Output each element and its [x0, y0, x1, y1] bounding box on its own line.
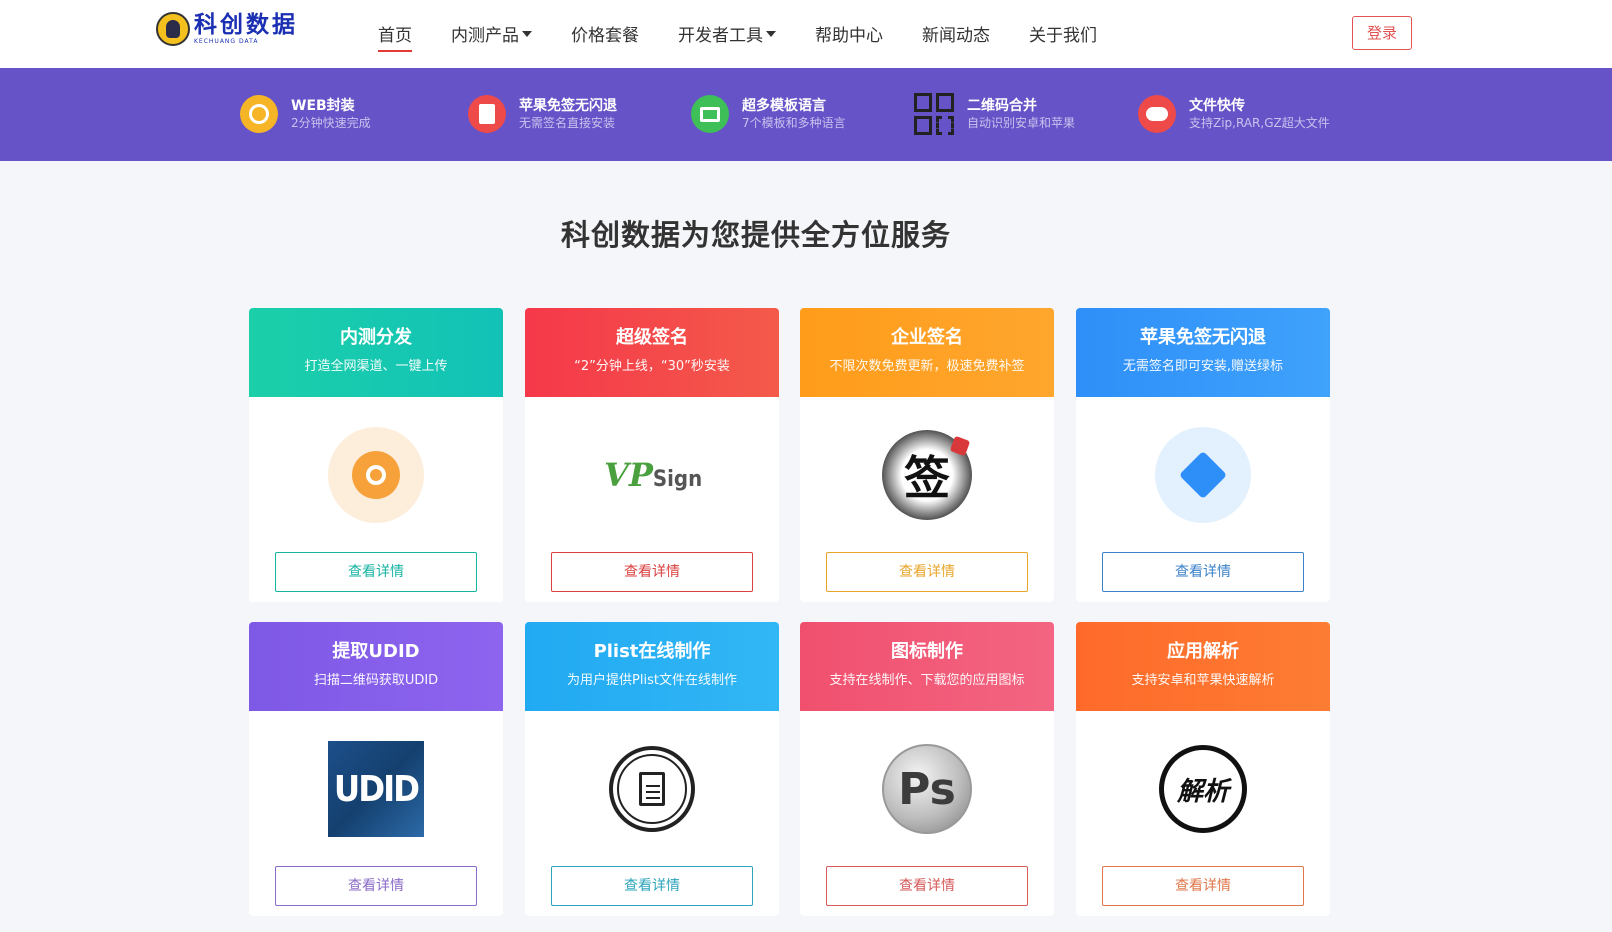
card-image: VPSign — [604, 427, 703, 523]
card-image — [328, 427, 424, 523]
feature-subtitle: 2分钟快速完成 — [291, 115, 371, 130]
card-image: 签 — [879, 427, 975, 523]
feature-subtitle: 自动识别安卓和苹果 — [967, 115, 1076, 130]
card-subtitle: 为用户提供Plist文件在线制作 — [567, 673, 737, 688]
feature-title: 超多模板语言 — [742, 97, 826, 114]
caret-down-icon — [766, 31, 776, 37]
card-subtitle: 扫描二维码获取UDID — [313, 673, 439, 688]
vpsign-logo: VPSign — [604, 456, 703, 494]
view-details-button[interactable]: 查看详情 — [275, 866, 477, 906]
section-title: 科创数据为您提供全方位服务 — [560, 218, 951, 252]
card-title: Plist在线制作 — [593, 641, 711, 662]
link-icon — [328, 427, 424, 523]
template-icon — [691, 95, 729, 133]
sign-seal-icon: 签 — [882, 430, 972, 520]
nav-dev-tools[interactable]: 开发者工具 — [678, 0, 776, 68]
feature-subtitle: 7个模板和多种语言 — [742, 115, 846, 130]
caret-down-icon — [522, 31, 532, 37]
card-image: UDID — [328, 741, 424, 837]
nav-about[interactable]: 关于我们 — [1029, 0, 1097, 68]
feature-title: WEB封装 — [291, 97, 355, 114]
apple-sign-icon — [468, 95, 506, 133]
parse-icon: 解析 — [1159, 745, 1247, 833]
service-card-enterprise-sign: 企业签名 不限次数免费更新，极速免费补签 签 查看详情 — [800, 308, 1054, 602]
feature-title: 苹果免签无闪退 — [519, 97, 617, 114]
card-title: 图标制作 — [891, 641, 963, 662]
service-card-icon-maker: 图标制作 支持在线制作、下载您的应用图标 Ps 查看详情 — [800, 622, 1054, 916]
card-title: 内测分发 — [340, 327, 412, 348]
feature-subtitle: 支持Zip,RAR,GZ超大文件 — [1189, 115, 1330, 130]
card-header: 企业签名 不限次数免费更新，极速免费补签 — [800, 308, 1054, 397]
card-title: 应用解析 — [1167, 641, 1239, 662]
feature-apple-sign[interactable]: 苹果免签无闪退 无需签名直接安装 — [468, 95, 617, 133]
feature-web-wrap[interactable]: WEB封装 2分钟快速完成 — [240, 95, 371, 133]
view-details-button[interactable]: 查看详情 — [551, 552, 753, 592]
nav-dev-tools-label: 开发者工具 — [678, 26, 763, 46]
card-image: Ps — [879, 741, 975, 837]
card-header: 超级签名 “2”分钟上线，“30”秒安装 — [525, 308, 779, 397]
service-card-apple-nosign: 苹果免签无闪退 无需签名即可安装,赠送绿标 查看详情 — [1076, 308, 1330, 602]
feature-file-transfer[interactable]: 文件快传 支持Zip,RAR,GZ超大文件 — [1138, 95, 1330, 133]
card-subtitle: “2”分钟上线，“30”秒安装 — [574, 359, 730, 374]
nav-home[interactable]: 首页 — [378, 0, 412, 68]
service-card-plist: Plist在线制作 为用户提供Plist文件在线制作 查看详情 — [525, 622, 779, 916]
feature-templates[interactable]: 超多模板语言 7个模板和多种语言 — [691, 95, 846, 133]
card-title: 企业签名 — [891, 327, 963, 348]
card-title: 提取UDID — [332, 641, 420, 662]
logo-subtitle: KECHUANG DATA — [194, 38, 259, 45]
feature-title: 二维码合并 — [967, 97, 1037, 114]
card-header: 图标制作 支持在线制作、下载您的应用图标 — [800, 622, 1054, 711]
cube-icon — [1155, 427, 1251, 523]
udid-logo: UDID — [328, 741, 424, 837]
feature-qrcode[interactable]: 二维码合并 自动识别安卓和苹果 — [914, 93, 1075, 135]
card-header: 应用解析 支持安卓和苹果快速解析 — [1076, 622, 1330, 711]
main-nav: 首页 内测产品 价格套餐 开发者工具 帮助中心 新闻动态 关于我们 — [378, 0, 1136, 68]
card-image — [604, 741, 700, 837]
nav-beta-products[interactable]: 内测产品 — [451, 0, 532, 68]
service-card-super-sign: 超级签名 “2”分钟上线，“30”秒安装 VPSign 查看详情 — [525, 308, 779, 602]
card-image — [1155, 427, 1251, 523]
card-subtitle: 支持安卓和苹果快速解析 — [1131, 673, 1275, 688]
nav-pricing[interactable]: 价格套餐 — [571, 0, 639, 68]
feature-title: 文件快传 — [1189, 97, 1245, 114]
card-header: 提取UDID 扫描二维码获取UDID — [249, 622, 503, 711]
logo-mascot-icon — [156, 12, 190, 46]
card-subtitle: 无需签名即可安装,赠送绿标 — [1122, 359, 1284, 374]
qrcode-icon — [914, 93, 954, 135]
card-subtitle: 不限次数免费更新，极速免费补签 — [829, 359, 1025, 374]
view-details-button[interactable]: 查看详情 — [275, 552, 477, 592]
document-icon — [609, 746, 695, 832]
nav-news[interactable]: 新闻动态 — [922, 0, 990, 68]
card-image: 解析 — [1155, 741, 1251, 837]
cloud-upload-icon — [1138, 95, 1176, 133]
card-header: Plist在线制作 为用户提供Plist文件在线制作 — [525, 622, 779, 711]
card-subtitle: 打造全网渠道、一键上传 — [304, 359, 448, 374]
nav-help[interactable]: 帮助中心 — [815, 0, 883, 68]
photoshop-icon: Ps — [882, 744, 972, 834]
feature-subtitle: 无需签名直接安装 — [519, 115, 616, 130]
card-header: 苹果免签无闪退 无需签名即可安装,赠送绿标 — [1076, 308, 1330, 397]
view-details-button[interactable]: 查看详情 — [826, 552, 1028, 592]
card-header: 内测分发 打造全网渠道、一键上传 — [249, 308, 503, 397]
service-card-udid: 提取UDID 扫描二维码获取UDID UDID 查看详情 — [249, 622, 503, 916]
card-title: 超级签名 — [616, 327, 688, 348]
site-logo[interactable]: 科创数据 KECHUANG DATA — [156, 12, 298, 46]
view-details-button[interactable]: 查看详情 — [551, 866, 753, 906]
service-card-beta: 内测分发 打造全网渠道、一键上传 查看详情 — [249, 308, 503, 602]
header: 科创数据 KECHUANG DATA 首页 内测产品 价格套餐 开发者工具 帮助… — [0, 0, 1612, 68]
card-title: 苹果免签无闪退 — [1140, 327, 1266, 348]
login-button[interactable]: 登录 — [1352, 16, 1412, 50]
web-icon — [240, 95, 278, 133]
card-subtitle: 支持在线制作、下载您的应用图标 — [829, 673, 1025, 688]
nav-beta-products-label: 内测产品 — [451, 26, 519, 46]
view-details-button[interactable]: 查看详情 — [826, 866, 1028, 906]
view-details-button[interactable]: 查看详情 — [1102, 552, 1304, 592]
logo-title: 科创数据 — [194, 11, 298, 38]
service-card-app-parse: 应用解析 支持安卓和苹果快速解析 解析 查看详情 — [1076, 622, 1330, 916]
view-details-button[interactable]: 查看详情 — [1102, 866, 1304, 906]
feature-bar: WEB封装 2分钟快速完成 苹果免签无闪退 无需签名直接安装 超多模板语言 7个… — [0, 68, 1612, 161]
